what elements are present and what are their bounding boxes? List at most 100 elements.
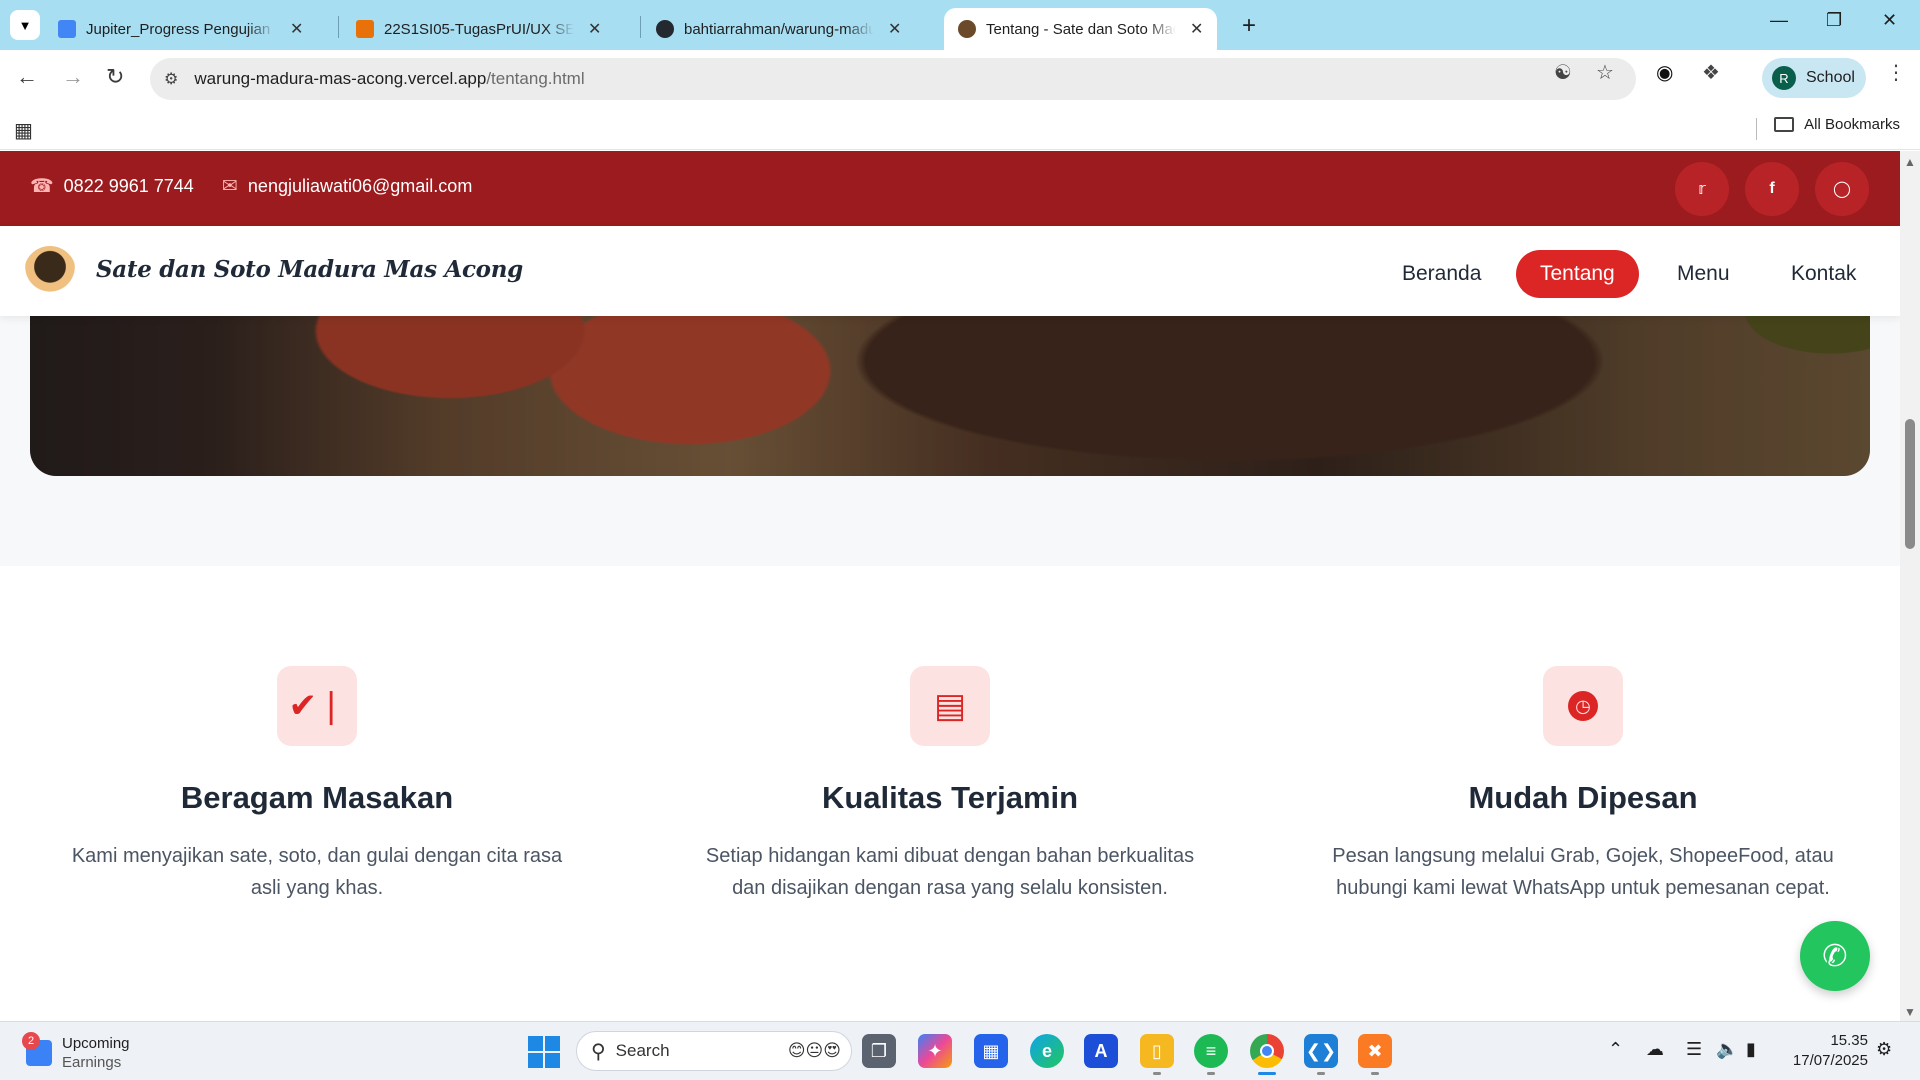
scrollbar-thumb[interactable] — [1905, 419, 1915, 549]
volume-icon[interactable]: 🔈 — [1716, 1039, 1738, 1060]
instagram-button[interactable]: ◯ — [1815, 162, 1869, 216]
twitter-button[interactable]: 𝕣 — [1675, 162, 1729, 216]
email-contact[interactable]: ✉ nengjuliawati06@gmail.com — [222, 175, 472, 198]
brand-logo[interactable] — [24, 246, 76, 298]
running-indicator — [1371, 1072, 1379, 1075]
battery-icon[interactable]: ▮ — [1746, 1039, 1756, 1060]
chevron-down-icon: ▼ — [18, 17, 32, 33]
widget-title: Upcoming — [62, 1035, 130, 1052]
scroll-up-icon[interactable]: ▲ — [1904, 155, 1916, 169]
tab-title: Tentang - Sate dan Soto Madura — [986, 20, 1176, 38]
running-indicator — [1153, 1072, 1161, 1075]
back-icon[interactable]: ← — [16, 64, 38, 90]
tab-search-button[interactable]: ▼ — [10, 10, 40, 40]
all-bookmarks-button[interactable]: All Bookmarks — [1774, 116, 1900, 133]
tab-divider — [338, 16, 339, 38]
close-icon[interactable]: ✕ — [888, 19, 901, 39]
clock-icon: ◷ — [1543, 666, 1623, 746]
azure-app-icon[interactable]: A — [1084, 1034, 1118, 1068]
google-docs-icon — [58, 20, 76, 38]
browser-tab[interactable]: bahtiarrahman/warung-madura ✕ — [642, 8, 915, 50]
translate-icon[interactable]: ☯ — [1554, 60, 1572, 85]
emoji-decoration-icon: 😊😐😍 — [787, 1041, 841, 1060]
main-navbar: Sate dan Soto Madura Mas Acong Beranda T… — [0, 226, 1900, 316]
email-address: nengjuliawati06@gmail.com — [247, 176, 473, 196]
profile-button[interactable]: R School — [1762, 58, 1866, 98]
tab-divider — [640, 16, 641, 38]
search-icon: ⚲ — [591, 1040, 606, 1063]
close-icon[interactable]: ✕ — [290, 19, 303, 39]
feature-card: ✔❘ Beragam Masakan Kami menyajikan sate,… — [37, 666, 597, 904]
tab-title: Jupiter_Progress Pengujian UEQ — [86, 20, 276, 38]
vscode-icon[interactable]: ❮❯ — [1304, 1034, 1338, 1068]
running-indicator — [1207, 1072, 1215, 1075]
minimize-icon[interactable]: — — [1770, 10, 1788, 31]
new-tab-icon[interactable]: + — [1242, 12, 1256, 40]
reload-icon[interactable]: ↻ — [106, 64, 124, 90]
edge-icon[interactable]: e — [1030, 1034, 1064, 1068]
nav-kontak[interactable]: Kontak — [1767, 250, 1880, 298]
chrome-icon[interactable] — [1250, 1034, 1284, 1068]
facebook-button[interactable]: f — [1745, 162, 1799, 216]
store-icon[interactable]: ▦ — [974, 1034, 1008, 1068]
scroll-down-icon[interactable]: ▼ — [1904, 1005, 1916, 1019]
tab-title: bahtiarrahman/warung-madura — [684, 20, 874, 38]
system-clock[interactable]: 15.35 17/07/2025 — [1776, 1031, 1868, 1071]
whatsapp-floating-button[interactable]: ✆ — [1800, 921, 1870, 991]
contact-topbar: ☎ 0822 9961 7744 ✉ nengjuliawati06@gmail… — [0, 151, 1900, 226]
browser-tab-strip: ▼ Jupiter_Progress Pengujian UEQ ✕ 22S1S… — [0, 0, 1920, 50]
start-button[interactable] — [528, 1036, 560, 1068]
window-close-icon[interactable]: ✕ — [1882, 10, 1897, 31]
spotify-icon[interactable]: ≡ — [1194, 1034, 1228, 1068]
xampp-icon[interactable]: ✖ — [1358, 1034, 1392, 1068]
nav-beranda[interactable]: Beranda — [1378, 250, 1505, 298]
wifi-icon[interactable]: ☰ — [1686, 1039, 1702, 1060]
close-icon[interactable]: ✕ — [1190, 19, 1203, 39]
nav-tentang[interactable]: Tentang — [1516, 250, 1639, 298]
widget-icon: 2 — [22, 1032, 52, 1066]
google-classroom-icon — [356, 20, 374, 38]
news-widget[interactable]: 2 Upcoming Earnings — [22, 1032, 130, 1072]
folder-icon — [1774, 117, 1795, 132]
taskbar-search[interactable]: ⚲ Search 😊😐😍 — [576, 1031, 852, 1071]
page-scrollbar[interactable]: ▲ ▼ — [1900, 151, 1920, 1021]
utensils-icon: ✔❘ — [277, 666, 357, 746]
url-text: warung-madura-mas-acong.vercel.app/tenta… — [194, 69, 584, 89]
whatsapp-icon: ✆ — [1822, 939, 1848, 973]
browser-tab[interactable]: Jupiter_Progress Pengujian UEQ ✕ — [44, 8, 317, 50]
task-view-icon[interactable]: ❐ — [862, 1034, 896, 1068]
close-icon[interactable]: ✕ — [588, 19, 601, 39]
site-info-icon[interactable]: ⚙ — [164, 69, 178, 89]
clock-date: 17/07/2025 — [1792, 1052, 1868, 1069]
notification-bell-icon[interactable]: ⚙ — [1876, 1039, 1892, 1060]
running-indicator — [1317, 1072, 1325, 1075]
more-menu-icon[interactable]: ⋮ — [1886, 60, 1906, 85]
feature-description: Kami menyajikan sate, soto, dan gulai de… — [71, 845, 563, 899]
browser-tab-active[interactable]: Tentang - Sate dan Soto Madura ✕ — [944, 8, 1218, 50]
onedrive-icon[interactable]: ☁ — [1646, 1039, 1664, 1060]
twitter-icon: 𝕣 — [1698, 181, 1706, 198]
address-bar[interactable]: ⚙ warung-madura-mas-acong.vercel.app/ten… — [150, 58, 1636, 100]
windows-taskbar: 2 Upcoming Earnings ⚲ Search 😊😐😍 ❐ ✦ ▦ e… — [0, 1021, 1920, 1080]
nav-menu[interactable]: Menu — [1653, 250, 1754, 298]
phone-contact[interactable]: ☎ 0822 9961 7744 — [30, 175, 194, 198]
extension-icon[interactable]: ◉ — [1656, 60, 1673, 85]
bookmark-star-icon[interactable]: ☆ — [1596, 60, 1614, 85]
copilot-icon[interactable]: ✦ — [918, 1034, 952, 1068]
chevron-up-icon[interactable]: ⌃ — [1608, 1039, 1623, 1060]
instagram-icon: ◯ — [1833, 181, 1851, 198]
profile-label: School — [1806, 69, 1855, 86]
feature-title: Mudah Dipesan — [1468, 780, 1698, 815]
restore-icon[interactable]: ❐ — [1826, 10, 1842, 31]
forward-icon[interactable]: → — [62, 64, 84, 90]
browser-tab[interactable]: 22S1SI05-TugasPrUI/UX SELASA ✕ — [342, 8, 615, 50]
file-explorer-icon[interactable]: ▯ — [1140, 1034, 1174, 1068]
apps-grid-icon[interactable]: ▦ — [14, 118, 33, 143]
notification-badge: 2 — [22, 1032, 40, 1050]
extensions-puzzle-icon[interactable]: ❖ — [1702, 60, 1720, 85]
brand-name[interactable]: Sate dan Soto Madura Mas Acong — [96, 256, 523, 283]
bookmarks-bar: ▦ All Bookmarks — [0, 108, 1920, 150]
all-bookmarks-label: All Bookmarks — [1804, 116, 1900, 133]
features-section: ✔❘ Beragam Masakan Kami menyajikan sate,… — [0, 566, 1900, 1021]
url-host: warung-madura-mas-acong.vercel.app — [194, 69, 487, 88]
